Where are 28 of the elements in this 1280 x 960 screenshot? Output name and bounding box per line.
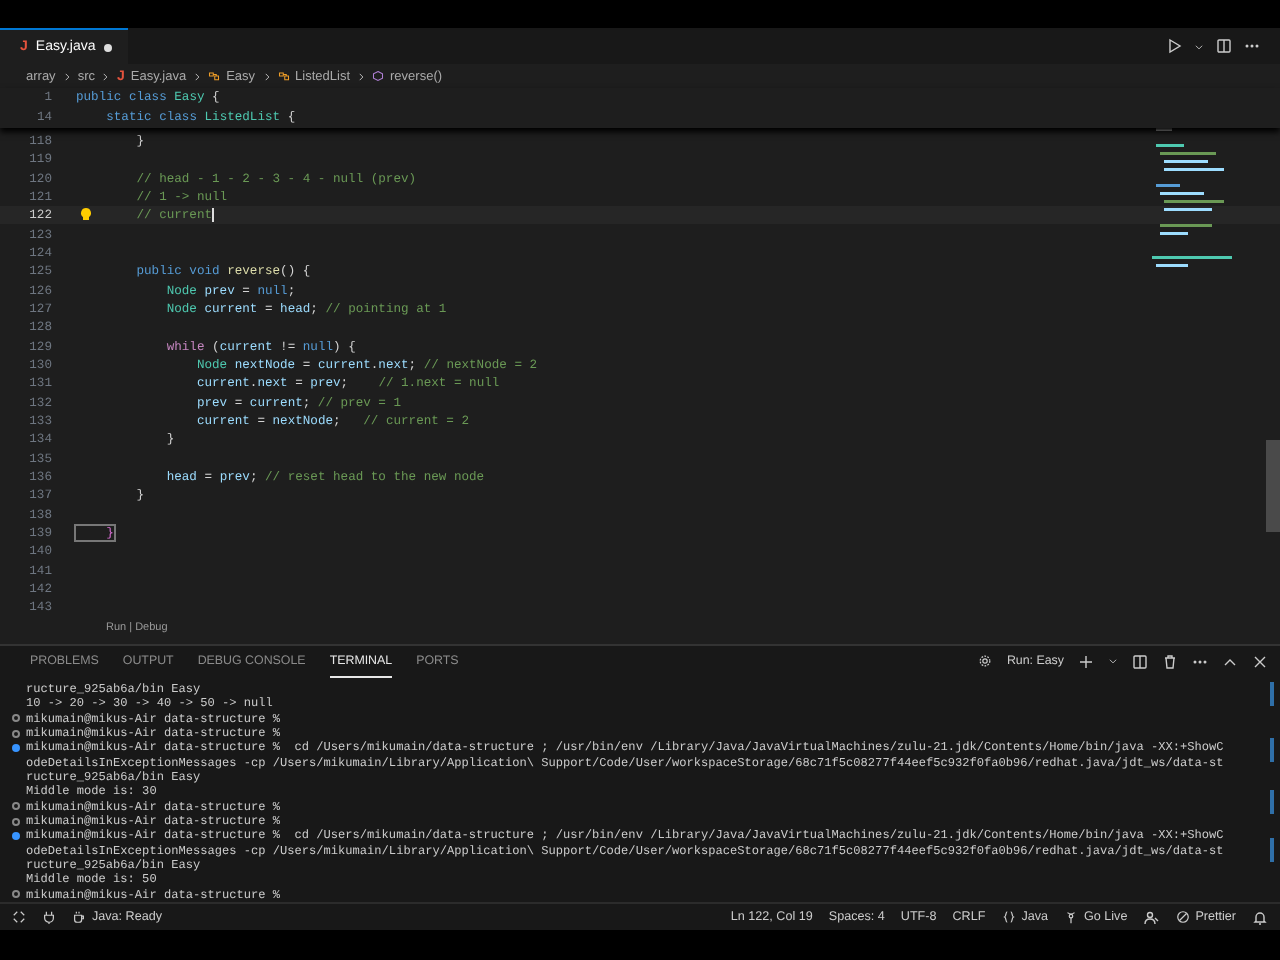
class-icon — [277, 70, 290, 82]
coffee-cup-icon — [72, 910, 86, 924]
close-icon[interactable] — [1252, 653, 1268, 670]
disabled-circle-icon — [1175, 910, 1190, 924]
chevron-icon — [356, 71, 367, 81]
chevron-icon — [61, 71, 72, 81]
bell-icon[interactable] — [1252, 909, 1268, 925]
command-status-icon — [12, 890, 20, 899]
split-editor-icon[interactable] — [1216, 38, 1232, 54]
remote-icon[interactable] — [12, 910, 26, 924]
scrollbar-thumb[interactable] — [1266, 439, 1280, 532]
trash-icon[interactable] — [1162, 653, 1178, 670]
broadcast-icon — [1064, 910, 1078, 924]
chevron-icon — [192, 71, 203, 81]
chevron-icon — [261, 71, 272, 81]
run-icon[interactable] — [1166, 38, 1182, 54]
lightbulb-icon[interactable] — [80, 208, 92, 223]
plug-icon[interactable] — [42, 910, 56, 924]
gear-icon[interactable] — [978, 654, 993, 669]
plus-icon[interactable] — [1078, 653, 1094, 670]
class-icon — [208, 70, 221, 82]
method-icon — [372, 70, 385, 82]
caret-icon[interactable] — [1108, 656, 1118, 667]
braces-icon — [1001, 910, 1016, 924]
chevron-icon — [100, 71, 111, 81]
caret-icon[interactable] — [1194, 41, 1204, 51]
split-icon[interactable] — [1132, 653, 1148, 670]
person-icon[interactable] — [1143, 909, 1160, 925]
